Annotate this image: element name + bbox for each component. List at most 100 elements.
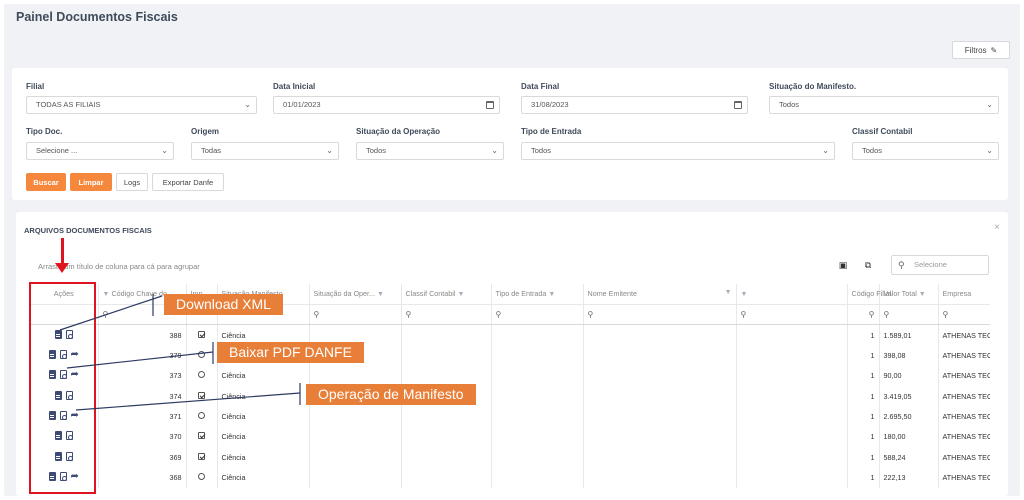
xml-file-icon[interactable] — [54, 390, 62, 400]
tipo-doc-label: Tipo Doc. — [26, 127, 63, 136]
imp-cell — [186, 365, 218, 386]
share-arrow-icon[interactable]: ➦ — [71, 370, 79, 380]
table-row[interactable]: 388 Ciência 1 1.589,01 ATHENAS TECNC — [30, 324, 990, 346]
filter-cell[interactable]: ⚲ — [491, 304, 584, 326]
pdf-file-icon[interactable] — [59, 411, 67, 421]
col-valor-total[interactable]: Valor Total ▼ — [879, 284, 939, 305]
table-row[interactable]: 369 Ciência 1 588,24 ATHENAS TECNC — [30, 447, 990, 468]
situacao-manifesto-select[interactable]: Todos ⌄ — [769, 96, 999, 114]
situacao-operacao-cell — [309, 406, 402, 427]
xml-file-icon[interactable] — [54, 329, 62, 339]
exportar-danfe-button[interactable]: Exportar Danfe — [152, 173, 224, 191]
share-arrow-icon[interactable]: ➦ — [71, 411, 79, 421]
xml-file-icon[interactable] — [48, 411, 56, 421]
buscar-button[interactable]: Buscar — [26, 173, 66, 191]
classif-contabil-cell — [401, 365, 492, 386]
col-tipo-entrada[interactable]: Tipo de Entrada ▼ — [491, 284, 584, 305]
col-nome-emitente[interactable]: Nome Emitente ▼ — [583, 284, 737, 305]
filial-select[interactable]: TODAS AS FILIAIS ⌄ — [26, 96, 257, 114]
filter-icon[interactable]: ▼ — [457, 291, 464, 298]
table-row[interactable]: ➦ 373 Ciência 1 90,00 ATHENAS TECNC — [30, 365, 990, 386]
chevron-down-icon: ⌄ — [986, 100, 993, 109]
search-icon: ⚲ — [740, 310, 747, 320]
pdf-file-icon[interactable] — [59, 370, 67, 380]
search-icon: ⚲ — [868, 310, 875, 320]
filter-cell[interactable]: ⚲ — [583, 304, 737, 326]
calendar-icon[interactable] — [486, 101, 494, 109]
situacao-operacao-cell — [309, 467, 402, 488]
calendar-icon[interactable] — [734, 101, 742, 109]
situacao-operacao-select[interactable]: Todos ⌄ — [356, 142, 504, 160]
nome-emitente-cell — [583, 345, 737, 366]
xml-file-icon[interactable] — [48, 370, 56, 380]
chevron-down-icon: ⌄ — [986, 146, 993, 155]
data-inicial-input[interactable]: 01/01/2023 — [273, 96, 500, 114]
table-row[interactable]: 370 Ciência 1 180,00 ATHENAS TECNC — [30, 426, 990, 448]
xml-file-icon[interactable] — [48, 349, 56, 359]
limpar-button[interactable]: Limpar — [70, 173, 112, 191]
chevron-down-icon: ⌄ — [491, 146, 498, 155]
filter-cell[interactable]: ⚲ — [847, 304, 880, 326]
codigo-filial-cell: 1 — [847, 406, 880, 427]
filter-cell[interactable]: ⚲ — [309, 304, 402, 326]
table-row[interactable]: ➦ 379 Ciência 1 398,08 ATHENAS TECNC — [30, 345, 990, 366]
pdf-file-icon[interactable] — [65, 329, 73, 339]
close-icon[interactable]: × — [994, 222, 1000, 233]
filter-icon[interactable]: ▼ — [548, 291, 555, 298]
grid-search-input[interactable]: ⚲ Selecione — [891, 255, 989, 275]
classif-contabil-cell — [401, 406, 492, 427]
tipo-entrada-select[interactable]: Todos ⌄ — [521, 142, 835, 160]
table-row[interactable]: 374 Ciência 1 3.419,05 ATHENAS TECNC — [30, 385, 990, 407]
export-excel-icon[interactable]: ▣ — [836, 258, 850, 272]
circle-icon — [198, 473, 205, 481]
filter-cell[interactable]: ⚲ — [736, 304, 848, 326]
classif-contabil-select[interactable]: Todos ⌄ — [852, 142, 999, 160]
filter-icon[interactable]: ▼ — [919, 291, 926, 298]
logs-button[interactable]: Logs — [116, 173, 148, 191]
pdf-file-icon[interactable] — [65, 390, 73, 400]
col-acoes[interactable]: Ações — [30, 284, 99, 305]
share-arrow-icon[interactable]: ➦ — [71, 349, 79, 359]
filter-icon[interactable]: ▼ — [377, 291, 384, 298]
col-codigo-filial[interactable]: Código Filial — [847, 284, 891, 305]
col-situacao-operacao[interactable]: Situação da Oper... ▼ — [309, 284, 402, 305]
grid-search-placeholder: Selecione — [914, 260, 947, 269]
pdf-file-icon[interactable] — [65, 451, 73, 461]
xml-file-icon[interactable] — [54, 431, 62, 441]
data-final-input[interactable]: 31/08/2023 — [521, 96, 748, 114]
pdf-file-icon[interactable] — [59, 472, 67, 482]
filter-cell[interactable]: ⚲ — [401, 304, 492, 326]
filter-icon[interactable]: ▼ — [103, 291, 110, 298]
xml-file-icon[interactable] — [48, 472, 56, 482]
xml-file-icon[interactable] — [54, 451, 62, 461]
imp-cell — [186, 324, 218, 346]
actions-cell: ➦ — [30, 406, 99, 427]
callout-operacao-manifesto: Operação de Manifesto — [306, 384, 476, 405]
col-empty[interactable]: ▼ — [736, 284, 848, 305]
filter-icon[interactable]: ▼ — [725, 289, 732, 296]
chevron-down-icon: ⌄ — [161, 146, 168, 155]
tipo-entrada-cell — [491, 406, 584, 427]
column-chooser-icon[interactable]: ⧉ — [861, 258, 875, 272]
origem-label: Origem — [191, 127, 220, 136]
col-classif-contabil[interactable]: Classif Contabil ▼ — [401, 284, 492, 305]
table-row[interactable]: ➦ 371 Ciência 1 2.695,50 ATHENAS TECNC — [30, 406, 990, 427]
filters-button[interactable]: Filtros ✎ — [952, 41, 1010, 59]
classif-contabil-cell — [401, 426, 492, 448]
filial-value: TODAS AS FILIAIS — [36, 100, 101, 109]
classif-contabil-cell — [401, 324, 492, 346]
origem-select[interactable]: Todas ⌄ — [191, 142, 339, 160]
filter-icon[interactable]: ▼ — [741, 291, 748, 298]
filter-cell[interactable]: ⚲ — [938, 304, 990, 326]
tipo-doc-select[interactable]: Selecione ... ⌄ — [26, 142, 174, 160]
codigo-filial-cell: 1 — [847, 467, 880, 488]
empty-cell — [736, 467, 848, 488]
valor-total-cell: 222,13 — [879, 467, 939, 488]
table-row[interactable]: ➦ 368 Ciência 1 222,13 ATHENAS TECNC — [30, 467, 990, 488]
tipo-doc-value: Selecione ... — [36, 146, 78, 155]
pdf-file-icon[interactable] — [65, 431, 73, 441]
filter-cell[interactable]: ⚲ — [879, 304, 939, 326]
share-arrow-icon[interactable]: ➦ — [71, 472, 79, 482]
col-empresa[interactable]: Empresa — [938, 284, 990, 305]
pdf-file-icon[interactable] — [59, 349, 67, 359]
